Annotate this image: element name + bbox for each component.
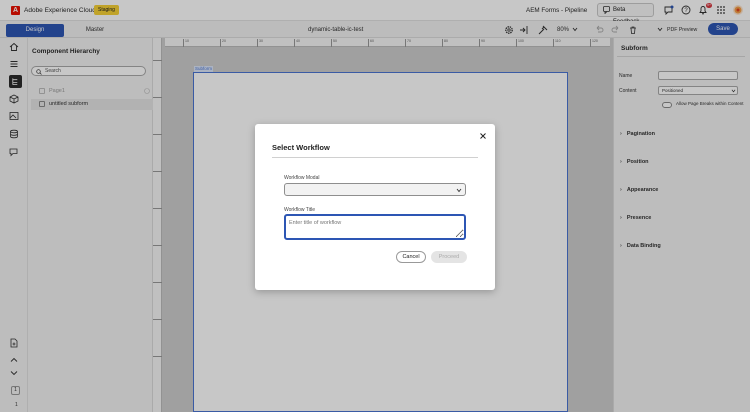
dialog-title: Select Workflow [272, 143, 330, 152]
workflow-title-label: Workflow Title [284, 207, 316, 213]
chevron-down-icon [456, 188, 462, 193]
workflow-title-input[interactable] [284, 214, 466, 240]
cancel-button[interactable]: Cancel [396, 251, 426, 263]
proceed-button[interactable]: Proceed [431, 251, 467, 263]
workflow-modal-select[interactable] [284, 183, 466, 196]
dialog-divider [272, 157, 478, 158]
close-icon[interactable] [479, 132, 487, 140]
workflow-modal-label: Workflow Modal [284, 175, 320, 181]
